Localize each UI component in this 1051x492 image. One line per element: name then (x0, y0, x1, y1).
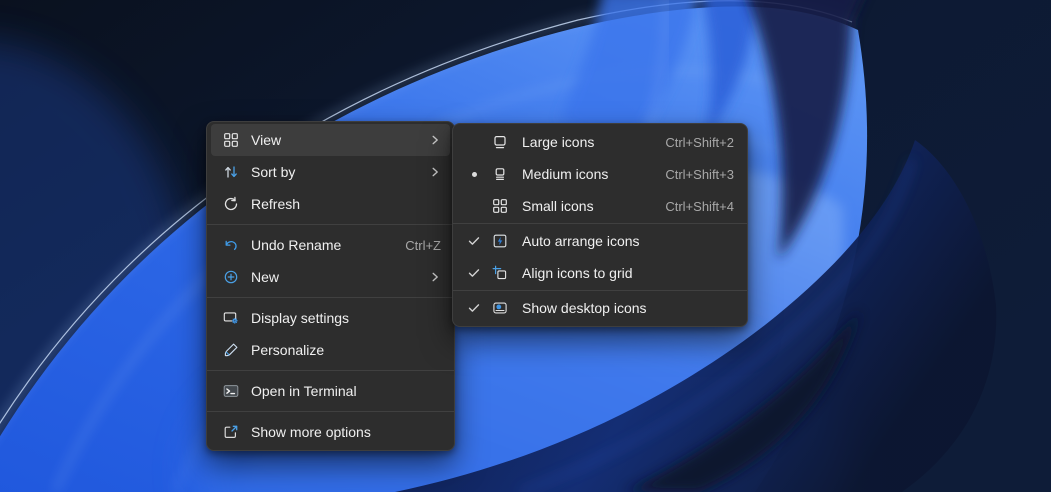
submenu-item-small-icons[interactable]: Small icons Ctrl+Shift+4 (457, 190, 743, 222)
submenu-item-auto-arrange-icons[interactable]: Auto arrange icons (457, 225, 743, 257)
radio-selected-indicator (466, 171, 482, 177)
context-menu: View Sort by Refresh Undo Rename Ctrl+Z … (206, 121, 455, 451)
menu-item-label: New (251, 269, 280, 285)
menu-item-label: Refresh (251, 196, 301, 212)
menu-separator (207, 411, 454, 412)
menu-separator (207, 224, 454, 225)
terminal-icon (221, 381, 241, 401)
small-icons-icon (490, 196, 510, 216)
submenu-item-large-icons[interactable]: Large icons Ctrl+Shift+2 (457, 126, 743, 158)
menu-item-label: Undo Rename (251, 237, 342, 253)
menu-item-shortcut: Ctrl+Z (405, 237, 441, 253)
new-plus-icon (221, 267, 241, 287)
menu-item-label: View (251, 132, 282, 148)
menu-item-new[interactable]: New (211, 261, 450, 293)
menu-item-view[interactable]: View (211, 124, 450, 156)
checkmark-icon (466, 301, 482, 315)
menu-item-label: Personalize (251, 342, 325, 358)
align-to-grid-icon (490, 263, 510, 283)
menu-item-label: Align icons to grid (522, 265, 633, 281)
menu-item-label: Small icons (522, 198, 594, 214)
menu-item-shortcut: Ctrl+Shift+3 (665, 166, 734, 182)
menu-item-label: Large icons (522, 134, 595, 150)
menu-item-label: Show desktop icons (522, 300, 647, 316)
menu-item-shortcut: Ctrl+Shift+2 (665, 134, 734, 150)
submenu-item-show-desktop-icons[interactable]: Show desktop icons (457, 292, 743, 324)
radio-dot-icon (471, 171, 477, 177)
view-submenu: Large icons Ctrl+Shift+2 Medium icons Ct… (452, 123, 748, 327)
menu-item-label: Medium icons (522, 166, 609, 182)
chevron-right-icon (429, 134, 441, 146)
desktop: View Sort by Refresh Undo Rename Ctrl+Z … (0, 0, 1051, 492)
submenu-item-align-icons-to-grid[interactable]: Align icons to grid (457, 257, 743, 289)
menu-separator (207, 370, 454, 371)
menu-item-label: Display settings (251, 310, 350, 326)
menu-item-open-in-terminal[interactable]: Open in Terminal (211, 375, 450, 407)
checkmark-icon (466, 234, 482, 248)
menu-separator (207, 297, 454, 298)
menu-separator (453, 290, 747, 291)
menu-item-refresh[interactable]: Refresh (211, 188, 450, 220)
chevron-right-icon (429, 271, 441, 283)
chevron-right-icon (429, 166, 441, 178)
menu-item-label: Sort by (251, 164, 296, 180)
menu-item-shortcut: Ctrl+Shift+4 (665, 198, 734, 214)
menu-separator (453, 223, 747, 224)
sort-arrows-icon (221, 162, 241, 182)
menu-item-show-more-options[interactable]: Show more options (211, 416, 450, 448)
view-grid-icon (221, 130, 241, 150)
menu-item-undo-rename[interactable]: Undo Rename Ctrl+Z (211, 229, 450, 261)
large-icons-icon (490, 132, 510, 152)
refresh-icon (221, 194, 241, 214)
show-more-options-icon (221, 422, 241, 442)
menu-item-sort-by[interactable]: Sort by (211, 156, 450, 188)
personalize-brush-icon (221, 340, 241, 360)
menu-item-label: Auto arrange icons (522, 233, 640, 249)
menu-item-personalize[interactable]: Personalize (211, 334, 450, 366)
undo-icon (221, 235, 241, 255)
display-settings-icon (221, 308, 241, 328)
medium-icons-icon (490, 164, 510, 184)
menu-item-display-settings[interactable]: Display settings (211, 302, 450, 334)
checkmark-icon (466, 266, 482, 280)
submenu-item-medium-icons[interactable]: Medium icons Ctrl+Shift+3 (457, 158, 743, 190)
menu-item-label: Open in Terminal (251, 383, 357, 399)
menu-item-label: Show more options (251, 424, 371, 440)
show-desktop-icons-icon (490, 298, 510, 318)
auto-arrange-icon (490, 231, 510, 251)
